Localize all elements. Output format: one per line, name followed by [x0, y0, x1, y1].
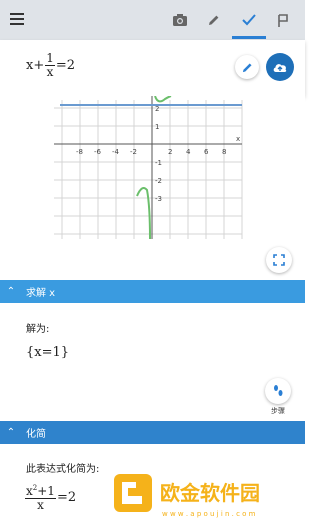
menu-icon[interactable] [10, 13, 24, 25]
solve-section-header[interactable]: ⌃ 求解 x [0, 280, 305, 303]
pencil-icon [242, 62, 252, 72]
expression-lhs: x+ [26, 58, 45, 73]
y-tick: 2 [155, 105, 159, 113]
x-axis-label: x [236, 135, 240, 143]
x-tick: -4 [112, 148, 120, 156]
expression-bar: x+ 1 x =2 [0, 40, 305, 96]
x-tick: -6 [94, 148, 102, 156]
cloud-upload-button[interactable] [266, 53, 294, 81]
chevron-up-icon: ⌃ [6, 427, 16, 438]
pencil-icon[interactable] [202, 8, 226, 32]
x-tick: -2 [130, 148, 137, 156]
y-tick: 1 [155, 123, 159, 131]
watermark-logo: 欧金软件园 w w w . a p o u j i n . c o m [108, 472, 305, 521]
fraction-numerator: 1 [45, 51, 55, 66]
expression[interactable]: x+ 1 x =2 [26, 52, 75, 79]
camera-icon[interactable] [168, 8, 192, 32]
solve-result: {x=1} [26, 345, 70, 360]
x-tick: 2 [168, 148, 172, 156]
watermark-url: w w w . a p o u j i n . c o m [162, 510, 256, 518]
solve-header-title: 求解 x [26, 288, 56, 299]
expression-fraction: 1 x [45, 52, 55, 79]
result-denominator: x [37, 498, 44, 512]
fullscreen-icon [273, 254, 285, 266]
function-graph: x -8 -6 -4 -2 2 4 6 8 2 1 -1 -2 -3 [54, 95, 243, 240]
curve-negative-branch [136, 187, 151, 240]
y-tick: -3 [155, 195, 162, 203]
fraction-denominator: x [46, 65, 54, 79]
footsteps-icon [274, 385, 283, 396]
result-fraction: x2+1 x [25, 482, 56, 512]
result-numerator: x2+1 [25, 484, 56, 499]
simplify-section-header[interactable]: ⌃ 化简 [0, 421, 305, 444]
x-tick: 6 [204, 148, 209, 156]
steps-button[interactable] [265, 378, 291, 404]
simplify-header-title: 化简 [26, 429, 46, 440]
x-tick: 4 [186, 148, 191, 156]
simplify-result: x2+1 x =2 [24, 482, 76, 512]
y-tick: -1 [155, 159, 162, 167]
active-tab-indicator [232, 36, 266, 39]
edit-button[interactable] [235, 55, 259, 79]
simplify-label: 此表达式化简为: [26, 464, 100, 475]
chevron-up-icon: ⌃ [6, 286, 16, 297]
solve-label: 解为: [26, 324, 50, 335]
steps-label: 步骤 [271, 407, 285, 415]
x-tick: 8 [222, 148, 226, 156]
flag-icon[interactable] [271, 8, 295, 32]
y-tick: -2 [155, 177, 162, 185]
x-tick: -8 [76, 148, 83, 156]
top-toolbar [0, 0, 305, 40]
watermark-text: 欧金软件园 [160, 481, 260, 505]
cloud-upload-icon [273, 64, 287, 72]
expression-rhs: =2 [55, 58, 76, 73]
checkmark-icon[interactable] [237, 8, 261, 32]
fullscreen-button[interactable] [266, 247, 292, 273]
graph-panel[interactable]: x -8 -6 -4 -2 2 4 6 8 2 1 -1 -2 -3 [0, 95, 305, 280]
curve-positive-branch [154, 95, 172, 103]
result-rhs: =2 [56, 489, 77, 505]
